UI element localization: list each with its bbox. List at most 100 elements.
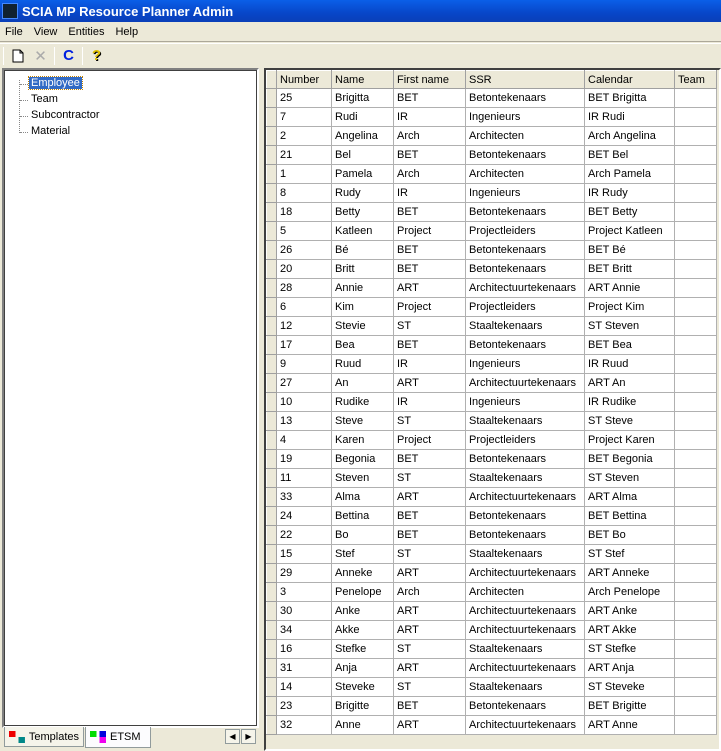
cell-calendar[interactable]: ST Steveke bbox=[584, 677, 675, 697]
column-header-name[interactable]: Name bbox=[331, 70, 394, 89]
table-row[interactable]: 25 Brigitta BET Betontekenaars BET Brigitta bbox=[266, 88, 717, 108]
cell-number[interactable]: 11 bbox=[276, 468, 332, 488]
tab-scroll-left-button[interactable]: ◀ bbox=[225, 729, 240, 744]
cell-name[interactable]: Anneke bbox=[331, 563, 394, 583]
cell-ssr[interactable]: Betontekenaars bbox=[465, 449, 585, 469]
cell-name[interactable]: Anja bbox=[331, 658, 394, 678]
row-selector[interactable] bbox=[266, 620, 277, 640]
menu-entities[interactable]: Entities bbox=[63, 26, 110, 38]
table-row[interactable]: 4 Karen Project Projectleiders Project Karen bbox=[266, 430, 717, 450]
cell-team[interactable] bbox=[674, 430, 717, 450]
row-selector[interactable] bbox=[266, 658, 277, 678]
table-row[interactable]: 33 Alma ART Architectuurtekenaars ART Alma bbox=[266, 487, 717, 507]
cell-name[interactable]: Rudi bbox=[331, 107, 394, 127]
row-selector[interactable] bbox=[266, 601, 277, 621]
cell-first-name[interactable]: ST bbox=[393, 411, 466, 431]
table-row[interactable]: 17 Bea BET Betontekenaars BET Bea bbox=[266, 335, 717, 355]
menu-help[interactable]: Help bbox=[110, 26, 144, 38]
cell-name[interactable]: Betty bbox=[331, 202, 394, 222]
table-row[interactable]: 23 Brigitte BET Betontekenaars BET Brigitte bbox=[266, 696, 717, 716]
cell-team[interactable] bbox=[674, 620, 717, 640]
cell-team[interactable] bbox=[674, 639, 717, 659]
cell-calendar[interactable]: BET Begonia bbox=[584, 449, 675, 469]
cell-first-name[interactable]: ART bbox=[393, 715, 466, 735]
row-selector[interactable] bbox=[266, 373, 277, 393]
column-header-number[interactable]: Number bbox=[276, 70, 332, 89]
cell-first-name[interactable]: BET bbox=[393, 202, 466, 222]
table-row[interactable]: 18 Betty BET Betontekenaars BET Betty bbox=[266, 202, 717, 222]
cell-ssr[interactable]: Betontekenaars bbox=[465, 525, 585, 545]
cell-team[interactable] bbox=[674, 221, 717, 241]
table-row[interactable]: 20 Britt BET Betontekenaars BET Britt bbox=[266, 259, 717, 279]
cell-number[interactable]: 8 bbox=[276, 183, 332, 203]
cell-number[interactable]: 15 bbox=[276, 544, 332, 564]
cell-calendar[interactable]: Project Karen bbox=[584, 430, 675, 450]
cell-name[interactable]: Katleen bbox=[331, 221, 394, 241]
cell-name[interactable]: Penelope bbox=[331, 582, 394, 602]
cell-team[interactable] bbox=[674, 487, 717, 507]
table-row[interactable]: 28 Annie ART Architectuurtekenaars ART Annie bbox=[266, 278, 717, 298]
cell-team[interactable] bbox=[674, 145, 717, 165]
row-selector[interactable] bbox=[266, 544, 277, 564]
row-selector[interactable] bbox=[266, 183, 277, 203]
cell-calendar[interactable]: IR Rudi bbox=[584, 107, 675, 127]
cell-name[interactable]: Steve bbox=[331, 411, 394, 431]
cell-ssr[interactable]: Architectuurtekenaars bbox=[465, 563, 585, 583]
tab-etsm[interactable]: ETSM bbox=[85, 727, 151, 748]
row-selector[interactable] bbox=[266, 126, 277, 146]
cell-calendar[interactable]: ART Akke bbox=[584, 620, 675, 640]
cell-name[interactable]: Anke bbox=[331, 601, 394, 621]
cell-first-name[interactable]: ST bbox=[393, 468, 466, 488]
column-header-team[interactable]: Team bbox=[674, 70, 717, 89]
cell-team[interactable] bbox=[674, 164, 717, 184]
cell-name[interactable]: Stefke bbox=[331, 639, 394, 659]
row-selector[interactable] bbox=[266, 335, 277, 355]
cell-name[interactable]: Rudy bbox=[331, 183, 394, 203]
cell-name[interactable]: An bbox=[331, 373, 394, 393]
cell-first-name[interactable]: ST bbox=[393, 316, 466, 336]
cell-calendar[interactable]: ART Annie bbox=[584, 278, 675, 298]
cell-ssr[interactable]: Staaltekenaars bbox=[465, 544, 585, 564]
cell-ssr[interactable]: Projectleiders bbox=[465, 297, 585, 317]
tab-templates[interactable]: Templates bbox=[4, 727, 84, 747]
cell-team[interactable] bbox=[674, 468, 717, 488]
cell-number[interactable]: 12 bbox=[276, 316, 332, 336]
cell-ssr[interactable]: Architectuurtekenaars bbox=[465, 278, 585, 298]
cell-first-name[interactable]: BET bbox=[393, 259, 466, 279]
cell-calendar[interactable]: Arch Penelope bbox=[584, 582, 675, 602]
table-row[interactable]: 31 Anja ART Architectuurtekenaars ART Anja bbox=[266, 658, 717, 678]
cell-first-name[interactable]: BET bbox=[393, 449, 466, 469]
cell-first-name[interactable]: IR bbox=[393, 392, 466, 412]
cell-first-name[interactable]: BET bbox=[393, 88, 466, 108]
row-selector[interactable] bbox=[266, 563, 277, 583]
cell-team[interactable] bbox=[674, 373, 717, 393]
cell-first-name[interactable]: IR bbox=[393, 354, 466, 374]
cell-number[interactable]: 10 bbox=[276, 392, 332, 412]
table-row[interactable]: 1 Pamela Arch Architecten Arch Pamela bbox=[266, 164, 717, 184]
cell-name[interactable]: Annie bbox=[331, 278, 394, 298]
cell-calendar[interactable]: ART Anne bbox=[584, 715, 675, 735]
cell-number[interactable]: 28 bbox=[276, 278, 332, 298]
tree-item-subcontractor[interactable]: Subcontractor bbox=[29, 109, 101, 121]
cell-number[interactable]: 1 bbox=[276, 164, 332, 184]
column-header-ssr[interactable]: SSR bbox=[465, 70, 585, 89]
row-selector[interactable] bbox=[266, 487, 277, 507]
cell-calendar[interactable]: ART Anja bbox=[584, 658, 675, 678]
table-row[interactable]: 7 Rudi IR Ingenieurs IR Rudi bbox=[266, 107, 717, 127]
cell-team[interactable] bbox=[674, 563, 717, 583]
cell-ssr[interactable]: Architectuurtekenaars bbox=[465, 658, 585, 678]
cell-calendar[interactable]: ART Anneke bbox=[584, 563, 675, 583]
table-row[interactable]: 3 Penelope Arch Architecten Arch Penelope bbox=[266, 582, 717, 602]
cell-team[interactable] bbox=[674, 297, 717, 317]
row-selector[interactable] bbox=[266, 297, 277, 317]
cell-name[interactable]: Bo bbox=[331, 525, 394, 545]
cell-team[interactable] bbox=[674, 183, 717, 203]
cell-team[interactable] bbox=[674, 696, 717, 716]
tree-item-material[interactable]: Material bbox=[29, 125, 72, 137]
cell-ssr[interactable]: Betontekenaars bbox=[465, 202, 585, 222]
cell-ssr[interactable]: Ingenieurs bbox=[465, 183, 585, 203]
cell-name[interactable]: Begonia bbox=[331, 449, 394, 469]
cell-number[interactable]: 5 bbox=[276, 221, 332, 241]
cell-first-name[interactable]: ST bbox=[393, 639, 466, 659]
table-row[interactable]: 2 Angelina Arch Architecten Arch Angelina bbox=[266, 126, 717, 146]
